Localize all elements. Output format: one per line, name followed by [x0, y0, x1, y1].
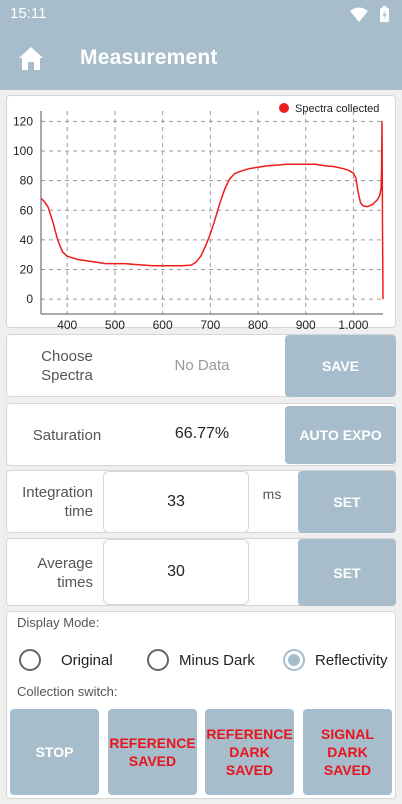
home-icon: [19, 47, 43, 70]
integration-unit: ms: [262, 486, 282, 502]
set-average-button[interactable]: SET: [298, 539, 396, 606]
integration-time-label: Integration time: [22, 484, 93, 520]
y-tick-label: 20: [20, 263, 34, 277]
integration-time-input[interactable]: 33: [103, 471, 249, 533]
x-tick-label: 500: [105, 318, 125, 329]
display-mode-label: Display Mode:: [17, 615, 100, 630]
radio-reflectivity-circle[interactable]: [283, 649, 305, 671]
save-button[interactable]: SAVE: [285, 335, 396, 397]
choose-spectra-row: Choose Spectra No Data SAVE: [6, 334, 396, 397]
x-tick-label: 600: [153, 318, 173, 329]
radio-reflectivity-label: Reflectivity: [315, 651, 388, 669]
radio-minus-dark-circle[interactable]: [147, 649, 169, 671]
radio-minus-dark-label: Minus Dark: [179, 651, 255, 669]
collection-switch-label: Collection switch:: [17, 684, 118, 699]
status-icons: [348, 5, 392, 23]
radio-original-label: Original: [61, 651, 113, 669]
y-tick-label: 0: [26, 292, 33, 306]
x-tick-label: 700: [200, 318, 220, 329]
average-times-row: Average times 30 SET: [6, 538, 396, 606]
spectrum-chart: 0 20 40 60 80 100 120 400 500 600 700 800 900 1,000 Sp…: [6, 95, 396, 329]
y-tick-label: 40: [20, 233, 34, 247]
reference-saved-button[interactable]: REFERENCE SAVED: [108, 709, 197, 795]
page-title: Measurement: [80, 46, 218, 69]
status-bar: 15:11: [0, 0, 402, 28]
stop-button[interactable]: STOP: [10, 709, 99, 795]
signal-dark-saved-button[interactable]: SIGNAL DARK SAVED: [303, 709, 392, 795]
y-tick-label: 80: [20, 174, 34, 188]
radio-reflectivity[interactable]: Reflectivity: [283, 646, 388, 674]
saturation-row: Saturation 66.77% AUTO EXPO: [6, 403, 396, 466]
saturation-label: Saturation: [32, 427, 102, 444]
battery-charging-icon: [380, 6, 389, 22]
app-bar: Measurement: [0, 28, 402, 90]
x-tick-label: 1,000: [338, 318, 368, 329]
radio-original[interactable]: Original: [19, 646, 113, 674]
radio-original-circle[interactable]: [19, 649, 41, 671]
spectra-select[interactable]: No Data: [157, 357, 247, 374]
integration-time-row: Integration time 33 ms SET: [6, 470, 396, 533]
set-integration-button[interactable]: SET: [298, 471, 396, 533]
home-button[interactable]: [14, 42, 48, 76]
spectrum-chart-svg: 0 20 40 60 80 100 120 400 500 600 700 800 900 1,000 Sp…: [13, 103, 384, 329]
x-tick-label: 800: [248, 318, 268, 329]
x-tick-label: 900: [296, 318, 316, 329]
choose-spectra-label: Choose Spectra: [41, 348, 93, 384]
legend-marker: [279, 103, 289, 113]
x-tick-label: 400: [57, 318, 77, 329]
legend-label: Spectra collected: [295, 103, 379, 115]
reference-dark-saved-button[interactable]: REFERENCE DARK SAVED: [205, 709, 294, 795]
status-time: 15:11: [10, 5, 47, 22]
y-tick-label: 100: [13, 144, 33, 158]
auto-expo-button[interactable]: AUTO EXPO: [285, 406, 396, 464]
y-tick-label: 120: [13, 114, 33, 128]
saturation-value: 66.77%: [174, 425, 230, 442]
wifi-icon: [350, 7, 368, 22]
average-times-label: Average times: [37, 555, 93, 591]
y-tick-label: 60: [20, 203, 34, 217]
radio-minus-dark[interactable]: Minus Dark: [147, 646, 255, 674]
average-times-input[interactable]: 30: [103, 539, 249, 605]
